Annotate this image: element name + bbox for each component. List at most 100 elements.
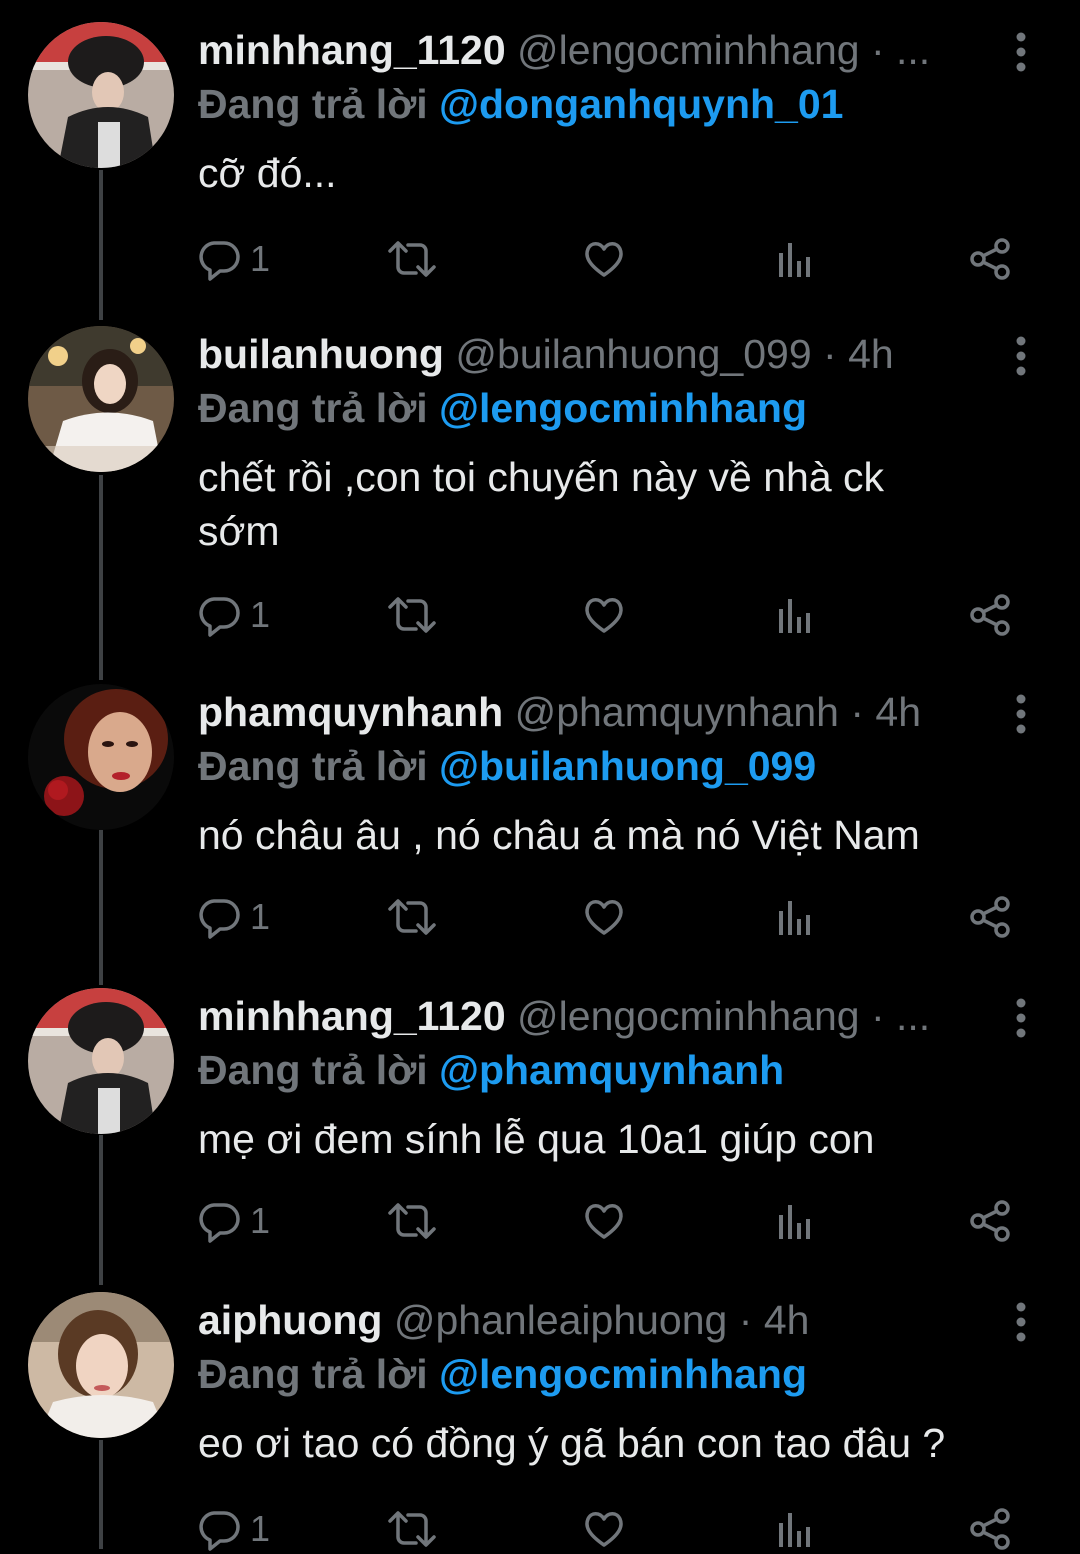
replying-to: Đang trả lời @builanhuong_099: [198, 738, 816, 794]
tweet[interactable]: minhhang_1120 @lengocminhhang · ... Đang…: [0, 22, 1080, 312]
reply-button[interactable]: 1: [198, 892, 270, 942]
reply-count: 1: [250, 594, 271, 635]
tweet-text: nó châu âu , nó châu á mà nó Việt Nam: [198, 812, 920, 858]
more-vertical-icon[interactable]: [1008, 336, 1034, 376]
tweet-actions: 1: [198, 892, 1028, 942]
tweet-actions: 1: [198, 590, 1028, 640]
tweet-text: mẹ ơi đem sính lễ qua 10a1 giúp con: [198, 1116, 875, 1162]
reply-button[interactable]: 1: [198, 1196, 270, 1246]
replying-to-label: Đang trả lời: [198, 385, 428, 431]
tweet-header: minhhang_1120 @lengocminhhang · ...: [198, 988, 988, 1048]
tweet-header: minhhang_1120 @lengocminhhang · ...: [198, 22, 988, 82]
share-button[interactable]: [968, 1504, 1012, 1554]
tweet-header: builanhuong @builanhuong_099 · 4h: [198, 326, 988, 386]
more-vertical-icon[interactable]: [1008, 998, 1034, 1038]
reply-button[interactable]: 1: [198, 1504, 270, 1554]
retweet-button[interactable]: [386, 234, 438, 284]
views-button[interactable]: [776, 1504, 816, 1554]
more-vertical-icon[interactable]: [1008, 32, 1034, 72]
user-handle[interactable]: @builanhuong_099: [455, 331, 811, 377]
reply-count: 1: [250, 238, 271, 279]
replying-to-label: Đang trả lời: [198, 81, 428, 127]
separator: ·: [870, 993, 885, 1039]
mention-link[interactable]: @lengocminhhang: [439, 385, 807, 431]
reply-button[interactable]: 1: [198, 234, 270, 284]
display-name[interactable]: minhhang_1120: [198, 993, 506, 1039]
tweet-header: phamquynhanh @phamquynhanh · 4h: [198, 684, 988, 744]
views-button[interactable]: [776, 892, 816, 942]
views-button[interactable]: [776, 1196, 816, 1246]
display-name[interactable]: minhhang_1120: [198, 27, 506, 73]
retweet-icon: [388, 1511, 436, 1547]
views-button[interactable]: [776, 590, 816, 640]
share-icon: [970, 896, 1010, 938]
like-button[interactable]: [582, 590, 626, 640]
avatar[interactable]: [28, 326, 174, 472]
mention-link[interactable]: @builanhuong_099: [439, 743, 816, 789]
reply-button[interactable]: 1: [198, 590, 270, 640]
separator: ·: [823, 331, 837, 377]
share-button[interactable]: [968, 234, 1012, 284]
retweet-button[interactable]: [386, 892, 438, 942]
tweet-header: aiphuong @phanleaiphuong · 4h: [198, 1292, 988, 1352]
reply-count: 1: [250, 1200, 271, 1241]
user-handle[interactable]: @lengocminhhang: [517, 993, 860, 1039]
tweet[interactable]: phamquynhanh @phamquynhanh · 4h Đang trả…: [0, 684, 1080, 974]
heart-icon: [585, 1512, 623, 1547]
reply-icon: [199, 1511, 240, 1551]
more-vertical-icon[interactable]: [1008, 694, 1034, 734]
avatar[interactable]: [28, 1292, 174, 1438]
like-button[interactable]: [582, 1196, 626, 1246]
timestamp[interactable]: 4h: [875, 689, 921, 735]
like-button[interactable]: [582, 1504, 626, 1554]
share-button[interactable]: [968, 1196, 1012, 1246]
user-handle[interactable]: @lengocminhhang: [517, 27, 860, 73]
display-name[interactable]: builanhuong: [198, 331, 444, 377]
heart-icon: [585, 900, 623, 935]
tweet[interactable]: builanhuong @builanhuong_099 · 4h Đang t…: [0, 326, 1080, 666]
like-button[interactable]: [582, 892, 626, 942]
more-vertical-icon[interactable]: [1008, 1302, 1034, 1342]
user-handle[interactable]: @phamquynhanh: [515, 689, 839, 735]
heart-icon: [585, 242, 623, 277]
avatar[interactable]: [28, 988, 174, 1134]
avatar[interactable]: [28, 22, 174, 168]
display-name[interactable]: aiphuong: [198, 1297, 382, 1343]
retweet-button[interactable]: [386, 590, 438, 640]
share-icon: [970, 238, 1010, 280]
timestamp[interactable]: ...: [896, 993, 930, 1039]
tweet-actions: 1: [198, 1196, 1028, 1246]
share-button[interactable]: [968, 590, 1012, 640]
avatar[interactable]: [28, 684, 174, 830]
timestamp[interactable]: 4h: [848, 331, 894, 377]
separator: ·: [738, 1297, 753, 1343]
mention-link[interactable]: @lengocminhhang: [439, 1351, 807, 1397]
timestamp[interactable]: 4h: [764, 1297, 810, 1343]
user-handle[interactable]: @phanleaiphuong: [394, 1297, 727, 1343]
separator: ·: [870, 27, 885, 73]
replying-to-label: Đang trả lời: [198, 743, 428, 789]
retweet-button[interactable]: [386, 1196, 438, 1246]
display-name[interactable]: phamquynhanh: [198, 689, 503, 735]
heart-icon: [585, 598, 623, 633]
tweet[interactable]: aiphuong @phanleaiphuong · 4h Đang trả l…: [0, 1292, 1080, 1551]
retweet-button[interactable]: [386, 1504, 438, 1554]
mention-link[interactable]: @donganhquynh_01: [439, 81, 843, 127]
tweet[interactable]: minhhang_1120 @lengocminhhang · ... Đang…: [0, 988, 1080, 1278]
tweet-actions: 1: [198, 234, 1028, 284]
analytics-icon: [779, 599, 810, 633]
reply-count: 1: [250, 896, 271, 937]
like-button[interactable]: [582, 234, 626, 284]
mention-link[interactable]: @phamquynhanh: [439, 1047, 784, 1093]
retweet-icon: [388, 241, 436, 277]
reply-count: 1: [250, 1508, 271, 1549]
timestamp[interactable]: ...: [896, 27, 930, 73]
replying-to-label: Đang trả lời: [198, 1351, 428, 1397]
analytics-icon: [779, 1513, 810, 1547]
replying-to: Đang trả lời @lengocminhhang: [198, 380, 807, 436]
reply-icon: [199, 899, 240, 939]
share-button[interactable]: [968, 892, 1012, 942]
analytics-icon: [779, 1205, 810, 1239]
replying-to-label: Đang trả lời: [198, 1047, 428, 1093]
views-button[interactable]: [776, 234, 816, 284]
